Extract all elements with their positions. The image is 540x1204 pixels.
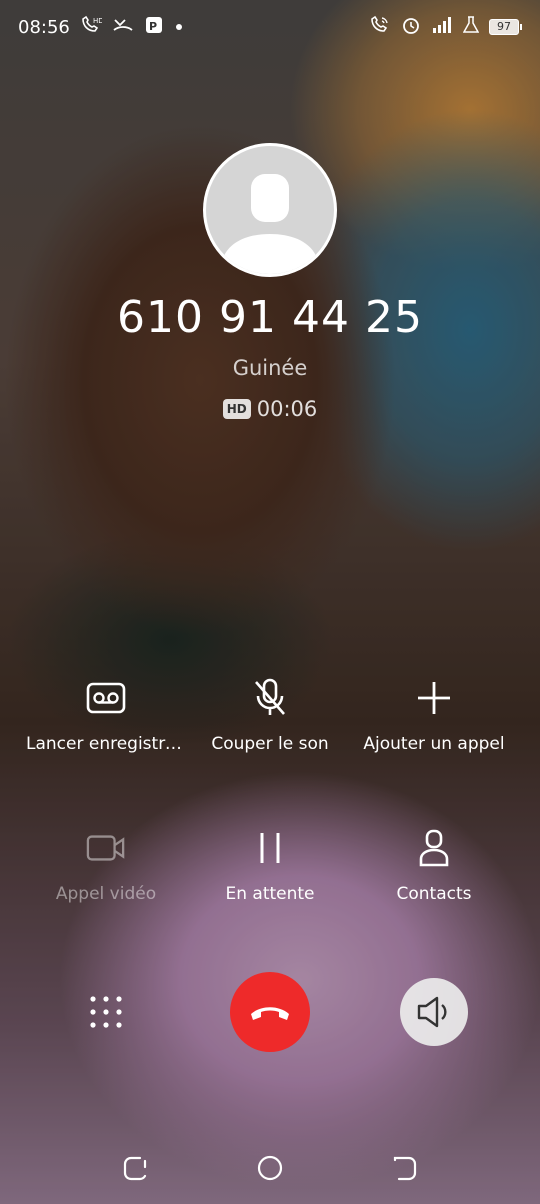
record-label: Lancer enregistre… [26,734,186,754]
mute-button[interactable]: Couper le son [180,678,360,754]
signal-icon [431,16,453,38]
svg-text:P: P [149,20,157,33]
status-bar: 08:56 HD P 97 [0,0,540,54]
home-icon [257,1155,283,1181]
mute-label: Couper le son [211,734,329,754]
pause-icon [250,828,290,868]
speaker-icon [417,996,447,1028]
svg-text:HD: HD [93,17,102,25]
hold-label: En attente [225,884,315,904]
dialpad-button[interactable] [86,992,126,1032]
caller-number: 610 91 44 25 [117,292,423,343]
video-call-button[interactable]: Appel vidéo [16,828,196,904]
add-call-label: Ajouter un appel [363,734,505,754]
contact-person-icon [414,828,454,868]
hd-call-icon: HD [80,15,104,39]
contacts-button[interactable]: Contacts [344,828,524,904]
end-call-button[interactable] [230,972,310,1052]
missed-call-icon [112,15,134,39]
video-camera-icon [86,828,126,868]
person-placeholder-icon [220,174,320,274]
mic-off-icon [250,678,290,718]
contacts-label: Contacts [396,884,472,904]
nav-home-button[interactable] [252,1150,288,1186]
app-icon: P [144,15,164,39]
battery-indicator: 97 [489,19,522,35]
status-time: 08:56 [18,16,70,38]
dot-icon [174,18,184,36]
back-icon [393,1156,417,1181]
battery-level: 97 [489,19,519,35]
caller-location: Guinée [232,356,308,380]
call-duration: 00:06 [256,397,318,421]
wifi-call-icon [369,15,391,39]
call-timer: HD 00:06 [0,397,540,421]
lab-icon [462,16,480,38]
speaker-button[interactable] [400,978,468,1046]
add-call-button[interactable]: Ajouter un appel [344,678,524,754]
nav-back-button[interactable] [387,1150,423,1186]
voicemail-icon [86,678,126,718]
video-call-label: Appel vidéo [55,884,157,904]
alarm-icon [401,15,421,39]
hold-button[interactable]: En attente [180,828,360,904]
contact-avatar [203,143,337,277]
recents-icon [123,1156,147,1181]
plus-icon [414,678,454,718]
record-button[interactable]: Lancer enregistre… [16,678,196,754]
hang-up-icon [251,1007,289,1020]
dialpad-icon [90,996,122,1028]
hd-badge: HD [222,399,251,419]
nav-recents-button[interactable] [117,1150,153,1186]
